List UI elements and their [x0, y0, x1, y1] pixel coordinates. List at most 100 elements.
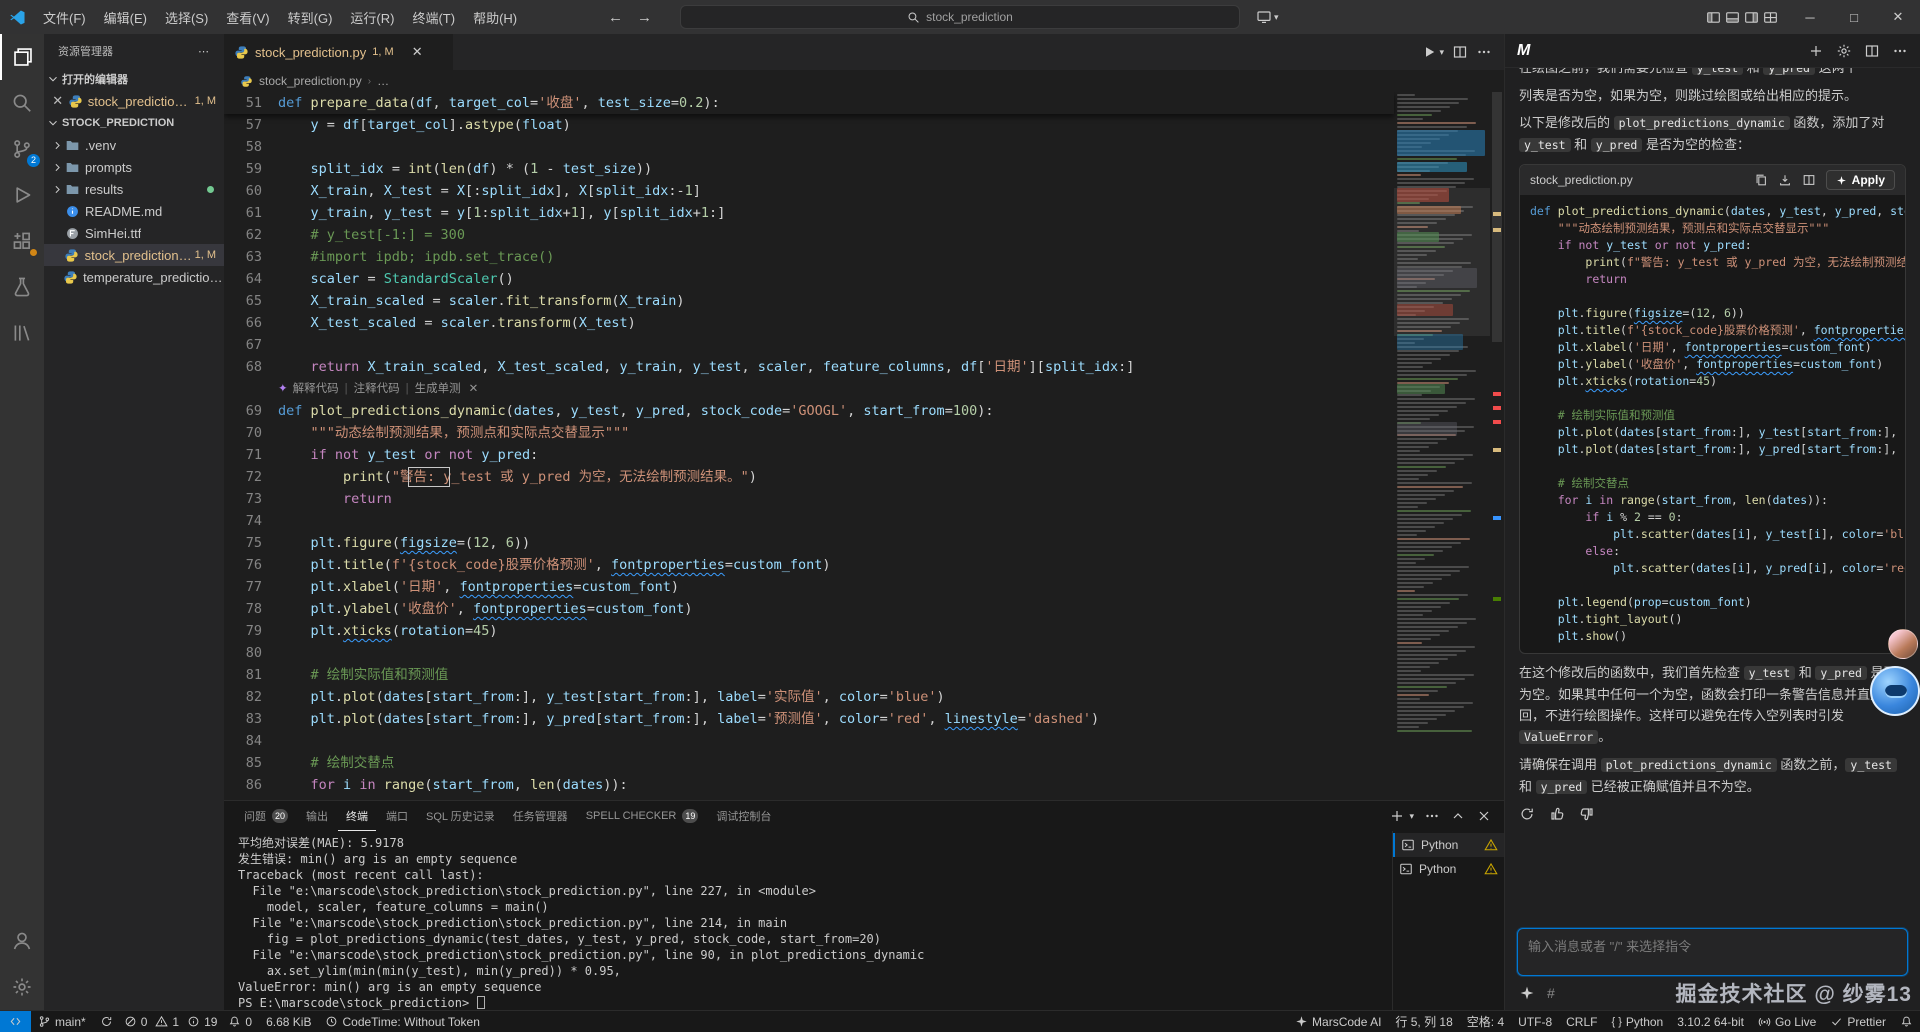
new-terminal-icon[interactable]: [1389, 808, 1405, 824]
menu-运行R[interactable]: 运行(R): [341, 0, 403, 34]
regenerate-icon[interactable]: [1519, 806, 1535, 822]
panel-tab-任务管理器[interactable]: 任务管理器: [505, 801, 576, 831]
status-3-10-2-64-bit[interactable]: 3.10.2 64-bit: [1670, 1011, 1751, 1032]
activity-explorer-icon[interactable]: [0, 34, 44, 80]
activity-account-icon[interactable]: [0, 918, 44, 964]
remote-explorer-icon[interactable]: [1256, 9, 1272, 25]
status-main-[interactable]: main*: [31, 1011, 93, 1032]
close-window-button[interactable]: ✕: [1876, 0, 1920, 34]
menu-查看V[interactable]: 查看(V): [217, 0, 278, 34]
status--4[interactable]: 空格: 4: [1460, 1011, 1511, 1032]
menu-选择S[interactable]: 选择(S): [156, 0, 217, 34]
activity-settings-icon[interactable]: [0, 964, 44, 1010]
close-tab-icon[interactable]: ✕: [412, 44, 423, 60]
insert-code-icon[interactable]: [1778, 173, 1792, 187]
new-chat-icon[interactable]: [1808, 43, 1824, 59]
chat-settings-icon[interactable]: [1836, 43, 1852, 59]
status-0[interactable]: 0: [221, 1011, 259, 1032]
status-go-live[interactable]: Go Live: [1751, 1011, 1823, 1032]
thumbs-up-icon[interactable]: [1549, 806, 1565, 822]
status-crlf[interactable]: CRLF: [1559, 1011, 1604, 1032]
community-avatar[interactable]: [1888, 629, 1918, 659]
code-editor[interactable]: 51def prepare_data(df, target_col='收盘', …: [224, 92, 1504, 800]
menu-帮助H[interactable]: 帮助(H): [464, 0, 526, 34]
panel-tab-端口[interactable]: 端口: [378, 801, 416, 831]
close-ai-actions-icon[interactable]: ✕: [469, 378, 479, 400]
nav-back-icon[interactable]: ←: [608, 9, 623, 26]
open-editors-section[interactable]: 打开的编辑器: [44, 68, 224, 90]
thumbs-down-icon[interactable]: [1579, 806, 1595, 822]
status-prettier[interactable]: Prettier: [1823, 1011, 1893, 1032]
panel-tab-调试控制台[interactable]: 调试控制台: [708, 801, 779, 831]
status--5-18[interactable]: 行 5, 列 18: [1388, 1011, 1459, 1032]
ai-action-button[interactable]: 解释代码: [293, 378, 339, 400]
tree-item-SimHei-ttf[interactable]: SimHei.ttf: [44, 222, 224, 244]
menu-转到G[interactable]: 转到(G): [279, 0, 342, 34]
inline-ai-actions[interactable]: ✦解释代码|注释代码|生成单测✕: [224, 378, 1394, 400]
status-marscode-ai[interactable]: MarsCode AI: [1288, 1011, 1388, 1032]
overview-ruler[interactable]: [1490, 92, 1504, 800]
activity-run-debug-icon[interactable]: [0, 172, 44, 218]
run-dropdown-icon[interactable]: ▾: [1439, 47, 1444, 58]
status-codetime-without-token[interactable]: CodeTime: Without Token: [318, 1011, 486, 1032]
minimize-button[interactable]: ─: [1788, 0, 1832, 34]
ai-action-button[interactable]: 生成单测: [415, 378, 461, 400]
activity-search-icon[interactable]: [0, 80, 44, 126]
open-editor-item[interactable]: ✕stock_prediction.py1, M: [44, 90, 224, 112]
sidebar-more-actions-icon[interactable]: ⋯: [198, 45, 210, 58]
status-bell[interactable]: [1893, 1011, 1920, 1032]
sticky-scroll-line[interactable]: 51def prepare_data(df, target_col='收盘', …: [224, 92, 1394, 114]
panel-tab-SQL 历史记录[interactable]: SQL 历史记录: [418, 801, 503, 831]
tree-item-stock_prediction-py[interactable]: stock_prediction.py1, M: [44, 244, 224, 266]
customize-layout-icon[interactable]: [1763, 10, 1778, 25]
terminal-session[interactable]: Python: [1393, 857, 1504, 881]
suggested-code[interactable]: def plot_predictions_dynamic(dates, y_te…: [1520, 195, 1905, 653]
panel-more-actions-icon[interactable]: [1424, 808, 1440, 824]
terminal-dropdown-icon[interactable]: ▾: [1409, 811, 1414, 822]
breadcrumb[interactable]: stock_prediction.py › …: [224, 70, 1504, 92]
panel-tab-问题[interactable]: 问题20: [236, 801, 296, 831]
menu-终端T[interactable]: 终端(T): [403, 0, 464, 34]
apply-button[interactable]: Apply: [1826, 170, 1895, 190]
editor-more-actions-icon[interactable]: [1476, 44, 1492, 60]
tree-item--venv[interactable]: .venv: [44, 134, 224, 156]
slash-commands-icon[interactable]: [1519, 985, 1535, 1001]
minimap[interactable]: [1394, 92, 1490, 800]
tree-item-temperature_prediction-py[interactable]: temperature_prediction.py: [44, 266, 224, 288]
project-root-section[interactable]: STOCK_PREDICTION: [44, 112, 224, 134]
toggle-panel-icon[interactable]: [1725, 10, 1740, 25]
split-editor-icon[interactable]: [1452, 44, 1468, 60]
toggle-secondary-sidebar-icon[interactable]: [1744, 10, 1759, 25]
maximize-panel-icon[interactable]: [1450, 808, 1466, 824]
context-reference-icon[interactable]: #: [1547, 985, 1555, 1001]
status-utf-8[interactable]: UTF-8: [1511, 1011, 1559, 1032]
panel-tab-终端[interactable]: 终端: [338, 801, 376, 831]
status-1[interactable]: 1: [151, 1011, 183, 1032]
tree-item-results[interactable]: results: [44, 178, 224, 200]
menu-文件F[interactable]: 文件(F): [34, 0, 95, 34]
panel-tab-SPELL CHECKER[interactable]: SPELL CHECKER19: [578, 801, 707, 831]
activity-source-control-icon[interactable]: 2: [0, 126, 44, 172]
panel-tab-输出[interactable]: 输出: [298, 801, 336, 831]
activity-extensions-icon[interactable]: [0, 218, 44, 264]
close-editor-icon[interactable]: ✕: [50, 93, 65, 109]
ai-action-button[interactable]: 注释代码: [354, 378, 400, 400]
status-sync[interactable]: [93, 1011, 120, 1032]
tree-item-prompts[interactable]: prompts: [44, 156, 224, 178]
menu-编辑E[interactable]: 编辑(E): [95, 0, 156, 34]
activity-library-icon[interactable]: [0, 310, 44, 356]
terminal-output[interactable]: 平均绝对误差(MAE): 5.9178发生错误: min() arg is an…: [224, 831, 1392, 1010]
toggle-sidebar-icon[interactable]: [1706, 10, 1721, 25]
status-python[interactable]: { }Python: [1604, 1011, 1670, 1032]
close-panel-icon[interactable]: [1476, 808, 1492, 824]
assistant-avatar[interactable]: [1870, 666, 1920, 716]
tree-item-README-md[interactable]: README.md: [44, 200, 224, 222]
status-0[interactable]: 0: [120, 1011, 152, 1032]
run-python-file-icon[interactable]: [1421, 44, 1437, 60]
command-center-search[interactable]: stock_prediction: [680, 5, 1240, 29]
terminal-session[interactable]: Python: [1393, 833, 1504, 857]
copy-code-icon[interactable]: [1754, 173, 1768, 187]
chat-input[interactable]: 输入消息或者 "/" 来选择指令: [1517, 928, 1908, 976]
scrollbar-thumb[interactable]: [1492, 92, 1502, 342]
nav-forward-icon[interactable]: →: [637, 9, 652, 26]
